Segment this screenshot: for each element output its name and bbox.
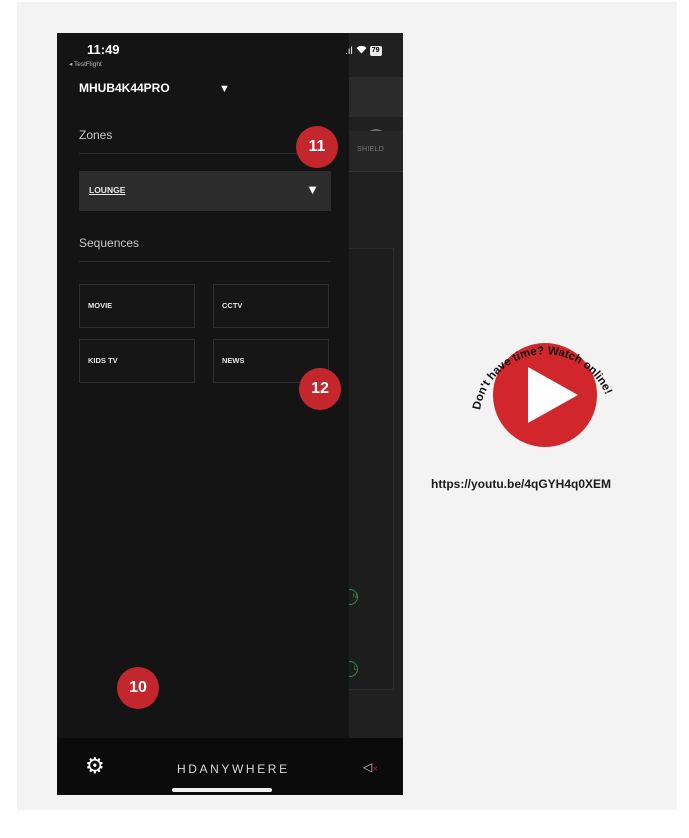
sequence-label: CCTV [222, 301, 243, 310]
sequence-label: NEWS [222, 356, 245, 365]
callout-badge-10: 10 [117, 667, 159, 709]
dropdown-caret-icon: ▼ [306, 182, 319, 197]
back-to-testflight[interactable]: ◂ TestFlight [69, 60, 102, 68]
youtube-url[interactable]: https://youtu.be/4qGYH4q0XEM [431, 477, 671, 491]
youtube-promo[interactable]: Don't have time? Watch online! [470, 325, 620, 465]
sequence-label: KIDS TV [88, 356, 118, 365]
signal-icon: .ıl [345, 45, 353, 57]
sequence-button-movie[interactable]: MOVIE [79, 284, 195, 328]
phone-screenshot: ⏻ SHIELD N L 11:49 ◂ TestFlight MHUB4K44… [57, 33, 403, 795]
background-app-header: ⏻ [349, 77, 403, 151]
battery-indicator: 79 [369, 46, 382, 56]
wifi-icon [356, 45, 367, 57]
background-panel: N L [342, 248, 394, 690]
callout-badge-11: 11 [296, 126, 338, 168]
callout-badge-12: 12 [299, 368, 341, 410]
sequence-button-cctv[interactable]: CCTV [213, 284, 329, 328]
home-indicator [172, 788, 272, 792]
brand-logo: HDANYWHERE [177, 762, 290, 776]
status-time: 11:49 [87, 42, 120, 57]
background-tab-row: SHIELD [349, 131, 403, 172]
dropdown-caret-icon[interactable]: ▼ [219, 83, 230, 95]
zone-select-value: LOUNGE [89, 185, 126, 195]
speaker-muted-icon[interactable]: ◁✕ [363, 760, 378, 774]
sequence-label: MOVIE [88, 301, 113, 310]
background-app: ⏻ SHIELD N L [342, 33, 403, 738]
sequences-heading: Sequences [79, 236, 140, 250]
status-icons: .ıl 79 [345, 45, 382, 57]
zone-select[interactable]: LOUNGE ▼ [79, 171, 331, 211]
footer-bar: ⚙ HDANYWHERE ◁✕ [57, 738, 403, 795]
device-name[interactable]: MHUB4K44PRO [79, 81, 170, 95]
zones-heading: Zones [79, 128, 113, 142]
divider [79, 153, 331, 154]
sequence-button-kids-tv[interactable]: KIDS TV [79, 339, 195, 383]
tab-shield[interactable]: SHIELD [357, 146, 384, 153]
divider [79, 261, 331, 262]
gear-icon[interactable]: ⚙ [85, 755, 105, 777]
play-icon[interactable]: Don't have time? Watch online! [470, 325, 620, 465]
